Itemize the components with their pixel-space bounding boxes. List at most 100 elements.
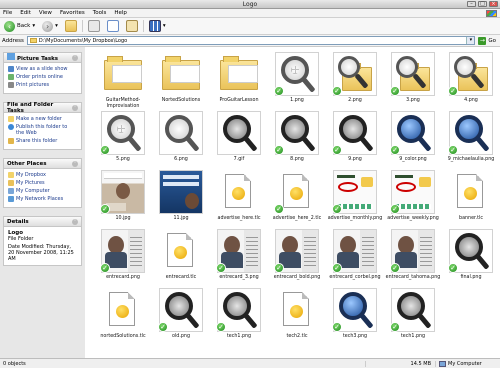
go-button[interactable]: → Go <box>478 36 498 45</box>
other-places-panel: Other Places ˄ My Dropbox My Pictures My… <box>3 158 82 208</box>
maximize-button[interactable]: □ <box>478 1 487 7</box>
file-item[interactable]: tech2.tlc <box>267 288 327 350</box>
file-item[interactable]: ✓ tech3.png <box>325 288 385 350</box>
menu-favorites[interactable]: Favorites <box>60 10 85 16</box>
detail-type: File Folder <box>8 236 34 242</box>
file-item[interactable]: ✓ 5.png <box>93 111 153 173</box>
file-item[interactable]: ✓ 3.png <box>383 52 443 114</box>
file-name-label: ProGuitarLesson <box>219 98 259 103</box>
menu-help[interactable]: Help <box>114 10 127 16</box>
title-bar: Logo – □ × <box>0 0 500 9</box>
file-item[interactable]: banner.tlc <box>441 170 500 232</box>
menu-tools[interactable]: Tools <box>93 10 107 16</box>
task-slide-show[interactable]: View as a slide show <box>8 66 77 72</box>
file-item[interactable]: ✓ 2.png <box>325 52 385 114</box>
folder-item[interactable]: GuitarMethod-Improvisation <box>93 52 153 114</box>
address-input[interactable]: D:\MyDocuments\My Dropbox\Logo ▾ <box>26 36 476 45</box>
file-item[interactable]: ✓ tech1.png <box>383 288 443 350</box>
file-item[interactable]: ✓ 8.png <box>267 111 327 173</box>
copy-button[interactable] <box>105 20 121 33</box>
task-new-folder[interactable]: Make a new folder <box>8 116 77 122</box>
file-name-label: 7.gif <box>233 157 245 162</box>
file-item[interactable]: ✓ 9_color.png <box>383 111 443 173</box>
file-item[interactable]: ✓ entrecard_corbel.png <box>325 229 385 291</box>
file-item[interactable]: ✓ 4.png <box>441 52 500 114</box>
task-order-prints[interactable]: Order prints online <box>8 74 77 80</box>
file-item[interactable]: ✓ 9_michaelaulia.png <box>441 111 500 173</box>
menu-view[interactable]: View <box>39 10 52 16</box>
file-view[interactable]: GuitarMethod-Improvisation NortedSolution… <box>85 47 500 358</box>
file-item[interactable]: 7.gif <box>209 111 269 173</box>
file-item[interactable]: advertise_here.tlc <box>209 170 269 232</box>
picture-tasks-header[interactable]: Picture Tasks ˄ <box>4 53 81 63</box>
place-label: My Pictures <box>16 180 45 186</box>
chevron-down-icon: ▾ <box>32 23 36 29</box>
folder-icon <box>104 56 142 90</box>
other-places-header[interactable]: Other Places ˄ <box>4 159 81 169</box>
task-label: Print pictures <box>16 82 50 88</box>
sync-check-icon: ✓ <box>390 322 400 332</box>
panel-title: Other Places <box>7 160 47 167</box>
toolbar-separator <box>142 20 144 32</box>
file-item[interactable]: 6.png <box>151 111 211 173</box>
address-path: D:\MyDocuments\My Dropbox\Logo <box>38 37 128 44</box>
address-label: Address <box>2 37 24 44</box>
file-item[interactable]: ✓ final.png <box>441 229 500 291</box>
file-item[interactable]: ✓ entrecard.png <box>93 229 153 291</box>
file-item[interactable]: ✓ advertise_weekly.png <box>383 170 443 232</box>
document-icon <box>283 292 309 326</box>
place-my-pictures[interactable]: My Pictures <box>8 180 77 186</box>
file-item[interactable]: nortedSolutions.tlc <box>93 288 153 350</box>
file-item[interactable]: ✓ 9.png <box>325 111 385 173</box>
move-to-button[interactable] <box>86 20 102 33</box>
file-item[interactable]: ✓ tech1.png <box>209 288 269 350</box>
globe-icon <box>8 124 14 130</box>
collapse-icon[interactable]: ˄ <box>72 104 78 111</box>
file-item[interactable]: 11.jpg <box>151 170 211 232</box>
file-item[interactable]: ✓ entrecard_3.png <box>209 229 269 291</box>
file-name-label: entrecard_tahoma.png <box>385 275 441 280</box>
place-network[interactable]: My Network Places <box>8 196 77 202</box>
place-my-computer[interactable]: My Computer <box>8 188 77 194</box>
collapse-icon[interactable]: ˄ <box>72 218 78 225</box>
collapse-icon[interactable]: ˄ <box>72 54 78 61</box>
task-label: Order prints online <box>16 74 63 80</box>
up-folder-button[interactable] <box>63 20 79 33</box>
task-publish-web[interactable]: Publish this folder to the Web <box>8 124 77 136</box>
file-item[interactable]: entrecard.tlc <box>151 229 211 291</box>
file-item[interactable]: ✓ advertise_here_2.tlc <box>267 170 327 232</box>
close-button[interactable]: × <box>489 1 498 7</box>
file-item[interactable]: ✓ advertise_monthly.png <box>325 170 385 232</box>
menu-edit[interactable]: Edit <box>20 10 31 16</box>
task-share-folder[interactable]: Share this folder <box>8 138 77 144</box>
sync-check-icon: ✓ <box>100 263 110 273</box>
chevron-down-icon[interactable]: ▾ <box>466 37 475 44</box>
back-button[interactable]: ‹ Back ▾ <box>2 20 37 33</box>
file-name-label: 10.jpg <box>115 216 131 221</box>
file-item[interactable]: ✓ old.png <box>151 288 211 350</box>
folder-item[interactable]: ProGuitarLesson <box>209 52 269 114</box>
file-item[interactable]: ✓ entrecard_bold.png <box>267 229 327 291</box>
task-print-pictures[interactable]: Print pictures <box>8 82 77 88</box>
file-folder-tasks-header[interactable]: File and Folder Tasks ˄ <box>4 102 81 114</box>
document-icon <box>457 174 483 208</box>
status-location-label: My Computer <box>448 360 482 367</box>
folder-icon <box>8 172 14 178</box>
file-item[interactable]: ✓ 1.png <box>267 52 327 114</box>
file-name-label: advertise_weekly.png <box>387 216 439 221</box>
minimize-button[interactable]: – <box>467 1 476 7</box>
folder-item[interactable]: NortedSolutions <box>151 52 211 114</box>
menu-file[interactable]: File <box>3 10 12 16</box>
file-name-label: 9.png <box>348 157 362 162</box>
forward-button[interactable]: › ▾ <box>40 20 60 33</box>
printer-icon <box>8 82 14 88</box>
paste-button[interactable] <box>124 20 140 33</box>
place-my-dropbox[interactable]: My Dropbox <box>8 172 77 178</box>
file-name-label: 1.png <box>290 98 304 103</box>
details-header[interactable]: Details ˄ <box>4 217 81 227</box>
file-item[interactable]: ✓ 10.jpg <box>93 170 153 232</box>
collapse-icon[interactable]: ˄ <box>72 160 78 167</box>
file-item[interactable]: ✓ entrecard_tahoma.png <box>383 229 443 291</box>
views-button[interactable]: ▾ <box>147 20 168 33</box>
detail-modified: Date Modified: Thursday, 20 November 200… <box>8 244 74 262</box>
